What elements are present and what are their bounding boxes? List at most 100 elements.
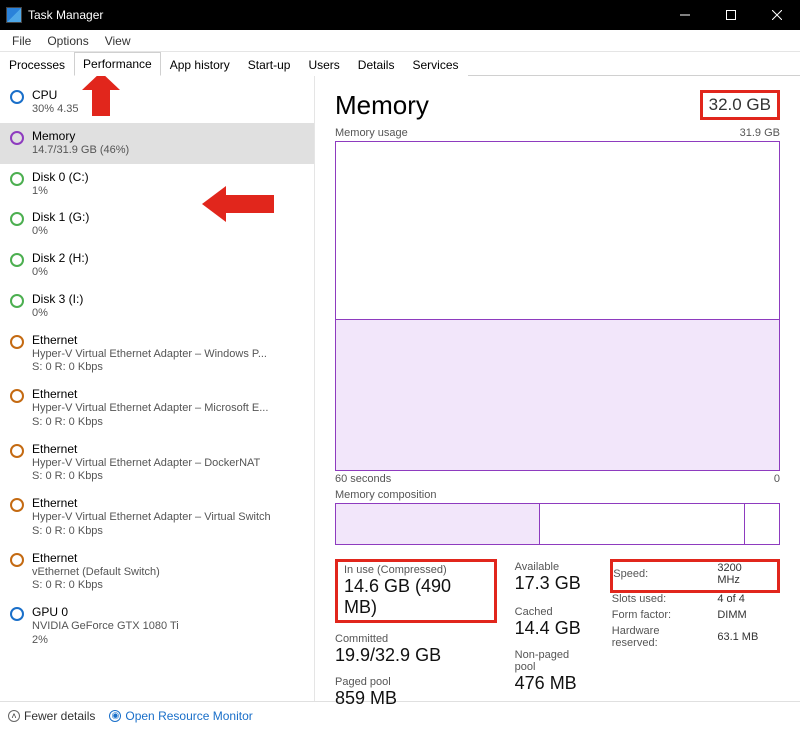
title-bar: Task Manager xyxy=(0,0,800,30)
in-use-label: In use (Compressed) xyxy=(344,564,488,576)
sidebar-item-memory[interactable]: Memory14.7/31.9 GB (46%) xyxy=(0,123,314,164)
open-resource-monitor-link[interactable]: ◉Open Resource Monitor xyxy=(109,709,252,723)
form-label: Form factor: xyxy=(612,609,718,625)
paged-value: 859 MB xyxy=(335,688,497,709)
menu-bar: File Options View xyxy=(0,30,800,52)
perf-sidebar: CPU30% 4.35Memory14.7/31.9 GB (46%)Disk … xyxy=(0,76,315,701)
speed-value: 3200 MHz xyxy=(717,561,778,592)
committed-label: Committed xyxy=(335,633,497,645)
sidebar-item-sub: Hyper-V Virtual Ethernet Adapter – Micro… xyxy=(32,402,268,416)
sidebar-item-ethernet[interactable]: EthernetHyper-V Virtual Ethernet Adapter… xyxy=(0,327,314,382)
sidebar-item-ethernet[interactable]: EthernetHyper-V Virtual Ethernet Adapter… xyxy=(0,490,314,545)
resource-monitor-icon: ◉ xyxy=(109,710,121,722)
sidebar-item-sub: 30% 4.35 xyxy=(32,103,78,117)
tab-details[interactable]: Details xyxy=(349,53,404,76)
sidebar-item-ethernet[interactable]: EthernetvEthernet (Default Switch)S: 0 R… xyxy=(0,545,314,600)
x-axis-left: 60 seconds xyxy=(335,473,391,485)
cached-value: 14.4 GB xyxy=(515,618,593,639)
memory-panel: Memory 32.0 GB Memory usage 31.9 GB 60 se… xyxy=(315,76,800,701)
sidebar-item-name: Memory xyxy=(32,129,129,144)
status-ring-icon xyxy=(10,498,24,512)
menu-options[interactable]: Options xyxy=(39,32,96,50)
cached-label: Cached xyxy=(515,606,593,618)
memory-usage-chart xyxy=(335,141,780,471)
sidebar-item-sub2: S: 0 R: 0 Kbps xyxy=(32,361,267,375)
sidebar-item-name: Ethernet xyxy=(32,387,268,402)
usage-chart-max: 31.9 GB xyxy=(740,127,780,139)
minimize-button[interactable] xyxy=(662,0,708,30)
sidebar-item-ethernet[interactable]: EthernetHyper-V Virtual Ethernet Adapter… xyxy=(0,381,314,436)
status-ring-icon xyxy=(10,294,24,308)
available-label: Available xyxy=(515,561,593,573)
tab-services[interactable]: Services xyxy=(403,53,467,76)
sidebar-item-sub: Hyper-V Virtual Ethernet Adapter – Docke… xyxy=(32,457,260,471)
panel-heading: Memory xyxy=(335,90,429,121)
sidebar-item-name: Ethernet xyxy=(32,442,260,457)
committed-value: 19.9/32.9 GB xyxy=(335,645,497,666)
tab-app-history[interactable]: App history xyxy=(161,53,239,76)
status-ring-icon xyxy=(10,212,24,226)
sidebar-item-sub: Hyper-V Virtual Ethernet Adapter – Virtu… xyxy=(32,511,271,525)
sidebar-item-sub2: S: 0 R: 0 Kbps xyxy=(32,579,160,593)
sidebar-item-gpu-0[interactable]: GPU 0NVIDIA GeForce GTX 1080 Ti2% xyxy=(0,599,314,654)
menu-file[interactable]: File xyxy=(4,32,39,50)
status-ring-icon xyxy=(10,335,24,349)
close-button[interactable] xyxy=(754,0,800,30)
sidebar-item-sub: NVIDIA GeForce GTX 1080 Ti xyxy=(32,620,179,634)
hwres-label: Hardware reserved: xyxy=(612,625,718,653)
maximize-button[interactable] xyxy=(708,0,754,30)
status-ring-icon xyxy=(10,444,24,458)
sidebar-item-name: Disk 3 (I:) xyxy=(32,292,83,307)
app-icon xyxy=(6,7,22,23)
window-title: Task Manager xyxy=(28,8,662,22)
tab-bar: Processes Performance App history Start-… xyxy=(0,52,800,76)
sidebar-item-disk-3-i-[interactable]: Disk 3 (I:)0% xyxy=(0,286,314,327)
chevron-up-icon: ˄ xyxy=(8,710,20,722)
sidebar-item-name: Disk 2 (H:) xyxy=(32,251,89,266)
sidebar-item-sub2: S: 0 R: 0 Kbps xyxy=(32,525,271,539)
sidebar-item-sub: 0% xyxy=(32,307,83,321)
sidebar-item-name: Ethernet xyxy=(32,551,160,566)
sidebar-item-name: Ethernet xyxy=(32,333,267,348)
tab-performance[interactable]: Performance xyxy=(74,52,161,76)
fewer-details-toggle[interactable]: ˄Fewer details xyxy=(8,709,95,723)
tab-processes[interactable]: Processes xyxy=(0,53,74,76)
slots-value: 4 of 4 xyxy=(717,592,778,610)
menu-view[interactable]: View xyxy=(97,32,139,50)
sidebar-item-cpu[interactable]: CPU30% 4.35 xyxy=(0,82,314,123)
sidebar-item-disk-2-h-[interactable]: Disk 2 (H:)0% xyxy=(0,245,314,286)
sidebar-item-name: GPU 0 xyxy=(32,605,179,620)
tab-startup[interactable]: Start-up xyxy=(239,53,300,76)
status-ring-icon xyxy=(10,131,24,145)
nonpaged-value: 476 MB xyxy=(515,673,593,694)
sidebar-item-name: Disk 1 (G:) xyxy=(32,210,89,225)
sidebar-item-name: CPU xyxy=(32,88,78,103)
sidebar-item-sub: 1% xyxy=(32,185,89,199)
usage-chart-label: Memory usage xyxy=(335,127,408,139)
status-ring-icon xyxy=(10,553,24,567)
paged-label: Paged pool xyxy=(335,676,497,688)
sidebar-item-sub: 0% xyxy=(32,266,89,280)
status-ring-icon xyxy=(10,253,24,267)
sidebar-item-name: Disk 0 (C:) xyxy=(32,170,89,185)
sidebar-item-sub2: 2% xyxy=(32,634,179,648)
spec-table: Speed:3200 MHz Slots used:4 of 4 Form fa… xyxy=(610,559,780,653)
nonpaged-label: Non-paged pool xyxy=(515,649,593,673)
annotation-arrow-up xyxy=(82,76,120,116)
status-ring-icon xyxy=(10,90,24,104)
sidebar-item-sub2: S: 0 R: 0 Kbps xyxy=(32,416,268,430)
composition-label: Memory composition xyxy=(335,489,780,501)
sidebar-item-ethernet[interactable]: EthernetHyper-V Virtual Ethernet Adapter… xyxy=(0,436,314,491)
slots-label: Slots used: xyxy=(612,592,718,610)
speed-label: Speed: xyxy=(612,561,718,592)
total-memory: 32.0 GB xyxy=(700,90,780,120)
sidebar-item-sub: 14.7/31.9 GB (46%) xyxy=(32,144,129,158)
available-value: 17.3 GB xyxy=(515,573,593,594)
tab-users[interactable]: Users xyxy=(299,53,348,76)
x-axis-right: 0 xyxy=(774,473,780,485)
status-ring-icon xyxy=(10,172,24,186)
memory-composition-bar xyxy=(335,503,780,545)
sidebar-item-sub: Hyper-V Virtual Ethernet Adapter – Windo… xyxy=(32,348,267,362)
sidebar-item-sub2: S: 0 R: 0 Kbps xyxy=(32,470,260,484)
annotation-arrow-left xyxy=(202,186,274,222)
